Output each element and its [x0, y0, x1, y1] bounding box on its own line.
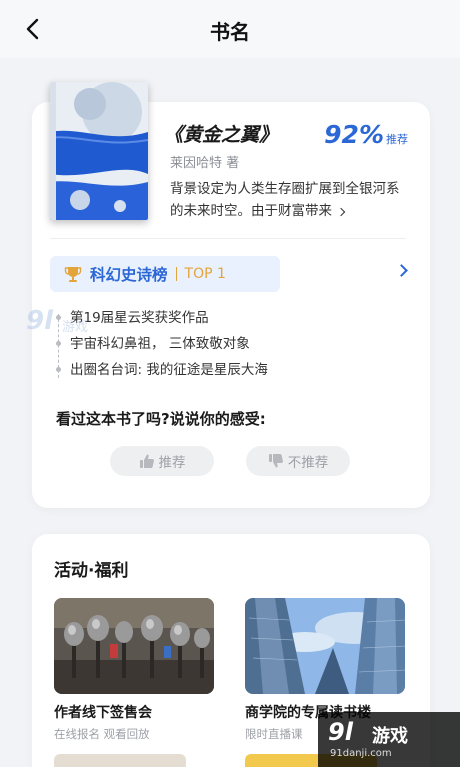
book-author: 莱因哈特 著: [170, 156, 240, 171]
skyscrapers-photo: [245, 598, 405, 694]
activity-image: [245, 598, 405, 694]
recommend-button[interactable]: 推荐: [110, 446, 214, 476]
book-card: 《黄金之翼》 92% 推荐 莱因哈特 著 背景设定为人类生存圈扩展到全银河系的未…: [32, 82, 430, 508]
feedback-prompt: 看过这本书了吗?说说你的感受:: [56, 410, 266, 428]
activity-item-signing[interactable]: 作者线下签售会 在线报名 观看回放: [54, 598, 214, 742]
activity-preview: [54, 754, 186, 767]
chevron-right-icon: [336, 207, 346, 217]
book-cover-art: [50, 82, 148, 220]
top-bar: 书名: [0, 0, 460, 58]
fact-item: 宇宙科幻鼻祖， 三体致敬对象: [56, 332, 268, 358]
watermark-logo: 9l: [328, 718, 353, 746]
watermark-badge: 9l 游戏 91danji.com: [318, 712, 460, 767]
recommend-rating: 92% 推荐: [324, 120, 408, 149]
chevron-right-icon[interactable]: [395, 264, 408, 277]
bullet-dot-icon: [56, 341, 61, 346]
fact-item: 出圈名台词: 我的征途是星辰大海: [56, 358, 268, 384]
book-cover[interactable]: [50, 82, 148, 220]
bullet-dot-icon: [56, 315, 61, 320]
watermark-text: 游戏: [62, 320, 89, 335]
watermark-name: 游戏: [372, 726, 408, 747]
activity-image: [54, 598, 214, 694]
trophy-icon: [64, 267, 82, 282]
book-title: 《黄金之翼》: [164, 124, 279, 146]
rating-value: 92%: [324, 120, 384, 149]
watermark-logo: 9l: [26, 306, 54, 336]
thumbs-down-icon: [268, 454, 283, 468]
not-recommend-button[interactable]: 不推荐: [246, 446, 350, 476]
ranking-badge[interactable]: 科幻史诗榜 TOP 1: [50, 256, 280, 292]
microphones-photo: [54, 598, 214, 694]
book-description[interactable]: 背景设定为人类生存圈扩展到全银河系的未来时空。由于财富带来: [170, 178, 410, 222]
thumbs-up-icon: [139, 454, 154, 468]
activities-title: 活动·福利: [54, 561, 129, 581]
recommend-label: 推荐: [158, 455, 186, 471]
divider: [50, 238, 406, 239]
activity-name: 作者线下签售会: [54, 705, 152, 721]
ranking-position: TOP 1: [184, 266, 226, 282]
ranking-separator: [175, 267, 177, 281]
ranking-name: 科幻史诗榜: [90, 266, 168, 284]
rating-label: 推荐: [386, 133, 408, 146]
description-text: 背景设定为人类生存圈扩展到全银河系的未来时空。由于财富带来: [170, 181, 400, 219]
page-title: 书名: [210, 20, 250, 44]
not-recommend-label: 不推荐: [287, 455, 329, 471]
bullet-dot-icon: [56, 367, 61, 372]
activity-subtitle: 在线报名 观看回放: [54, 727, 150, 741]
watermark-url: 91danji.com: [330, 748, 392, 759]
